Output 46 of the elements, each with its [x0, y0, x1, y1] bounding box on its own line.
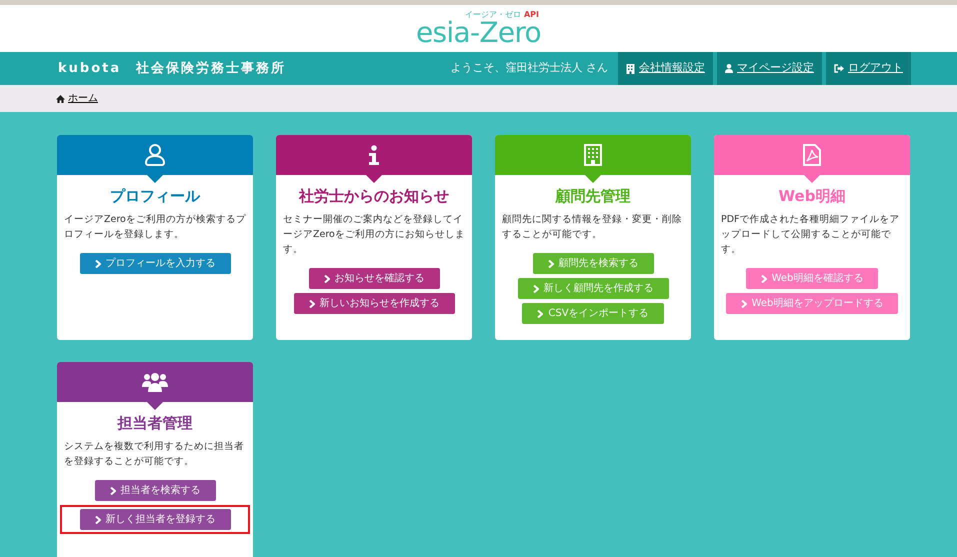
chevron-icon [94, 516, 100, 524]
chevron-icon [740, 300, 747, 308]
action-button[interactable]: Web明細をアップロードする [726, 293, 898, 314]
logout-icon [834, 64, 844, 73]
logo-text: esia-Zero [416, 18, 541, 46]
card-title: プロフィール [110, 186, 200, 206]
card-description: セミナー開催のご案内などを登録してイージアZeroをご利用の方にお知らせします。 [282, 213, 466, 257]
action-button[interactable]: Web明細を確認する [746, 268, 878, 289]
chevron-icon [548, 260, 554, 268]
action-button[interactable]: 担当者を検索する [94, 480, 216, 501]
chevron-icon [324, 274, 330, 282]
home-link[interactable]: ホーム [56, 91, 98, 106]
card-title: 社労士からのお知らせ [299, 186, 449, 206]
welcome-text: ようこそ、窪田社労士法人 さん [450, 60, 608, 76]
chevron-icon [110, 486, 116, 494]
header-link[interactable]: ログアウト [826, 52, 911, 85]
logo-reading: イージア・ゼロ [464, 10, 521, 18]
pdf-file-icon [803, 144, 821, 166]
action-button[interactable]: CSVをインポートする [522, 303, 664, 324]
group-icon [142, 372, 168, 392]
action-button[interactable]: プロフィールを入力する [80, 253, 230, 274]
chevron-icon [532, 284, 538, 292]
card-title: Web明細 [778, 186, 846, 206]
action-button[interactable]: お知らせを確認する [308, 268, 440, 289]
office-name: kubota 社会保険労務士事務所 [58, 60, 286, 78]
chevron-icon [760, 274, 767, 282]
action-button[interactable]: 新しいお知らせを作成する [294, 293, 454, 314]
info-icon [369, 145, 379, 165]
card-title: 顧問先管理 [556, 186, 630, 206]
card-description: PDFで作成された各種明細ファイルをアップロードして公開することが可能です。 [720, 213, 901, 257]
card-description: イージアZeroをご利用の方が検索するプロフィールを登録します。 [63, 213, 247, 242]
action-button[interactable]: 新しく顧問先を作成する [518, 278, 668, 299]
building-icon [584, 144, 602, 166]
chevron-icon [94, 260, 100, 268]
action-button[interactable]: 顧問先を検索する [532, 253, 654, 274]
card-title: 担当者管理 [118, 413, 192, 433]
api-label: API [524, 10, 539, 18]
card-description: 顧問先に関する情報を登録・変更・削除することが可能です。 [501, 213, 683, 242]
building-icon [626, 64, 635, 74]
user-icon [725, 64, 733, 73]
user-icon [145, 144, 165, 166]
action-button[interactable]: 新しく担当者を登録する [80, 509, 230, 530]
chevron-icon [537, 310, 544, 318]
chevron-icon [308, 300, 314, 308]
home-icon [56, 94, 65, 102]
card-description: システムを複数で利用するために担当者を登録することが可能です。 [63, 440, 245, 469]
